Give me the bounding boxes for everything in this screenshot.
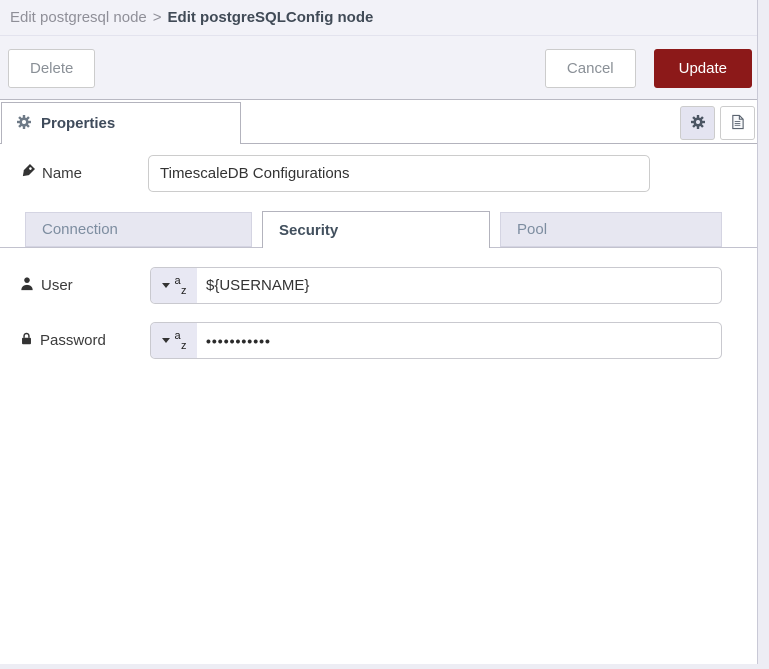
user-icon	[20, 276, 34, 295]
chevron-down-icon	[161, 283, 170, 288]
update-button[interactable]: Update	[653, 49, 752, 88]
node-edit-form: Name Connection Security Pool	[0, 144, 757, 664]
gear-icon	[16, 114, 32, 134]
gear-icon	[690, 114, 706, 133]
delete-button[interactable]: Delete	[8, 49, 96, 88]
lock-icon	[20, 331, 33, 350]
password-type-select-button[interactable]: a z	[151, 323, 197, 358]
toolbar-right-group: Cancel Update	[544, 49, 752, 88]
tray-icon-buttons	[680, 106, 755, 140]
user-field-label-text: User	[41, 276, 73, 294]
password-field-label: Password	[20, 325, 106, 355]
breadcrumb-current: Edit postgreSQLConfig node	[167, 9, 374, 26]
edit-properties-button[interactable]	[680, 106, 715, 140]
tab-properties[interactable]: Properties	[1, 102, 241, 144]
name-field-label: Name	[20, 158, 82, 188]
tab-security-label: Security	[279, 221, 339, 239]
tab-connection[interactable]: Connection	[25, 212, 252, 247]
name-input[interactable]	[148, 155, 650, 192]
breadcrumb-parent[interactable]: Edit postgresql node	[10, 9, 147, 26]
editor-tab-bar: Properties	[0, 100, 757, 144]
tab-pool-label: Pool	[517, 221, 548, 238]
password-field-label-text: Password	[40, 331, 106, 349]
tab-security[interactable]: Security	[262, 211, 490, 248]
breadcrumb: Edit postgresql node > Edit postgreSQLCo…	[0, 0, 757, 36]
user-field-label: User	[20, 270, 73, 300]
user-type-select-button[interactable]: a z	[151, 268, 197, 303]
cancel-button[interactable]: Cancel	[544, 49, 636, 88]
name-field-label-text: Name	[42, 164, 83, 182]
edit-config-node-dialog: Edit postgresql node > Edit postgreSQLCo…	[0, 0, 769, 669]
tray-toolbar: Delete Cancel Update	[0, 36, 757, 100]
user-input[interactable]	[197, 268, 721, 303]
tag-icon	[20, 163, 35, 183]
user-typed-input: a z	[150, 267, 722, 304]
tray-panel: Edit postgresql node > Edit postgreSQLCo…	[0, 0, 758, 664]
tab-connection-label: Connection	[42, 221, 118, 238]
document-icon	[730, 114, 745, 133]
tab-pool[interactable]: Pool	[500, 212, 722, 247]
password-input[interactable]	[197, 323, 721, 358]
description-button[interactable]	[720, 106, 755, 140]
password-typed-input: a z	[150, 322, 722, 359]
string-type-icon: a z	[174, 329, 187, 352]
string-type-icon: a z	[174, 274, 187, 297]
tab-properties-label: Properties	[41, 115, 116, 132]
config-tab-bar: Connection Security Pool	[0, 211, 757, 248]
breadcrumb-separator: >	[152, 9, 162, 26]
chevron-down-icon	[161, 338, 170, 343]
